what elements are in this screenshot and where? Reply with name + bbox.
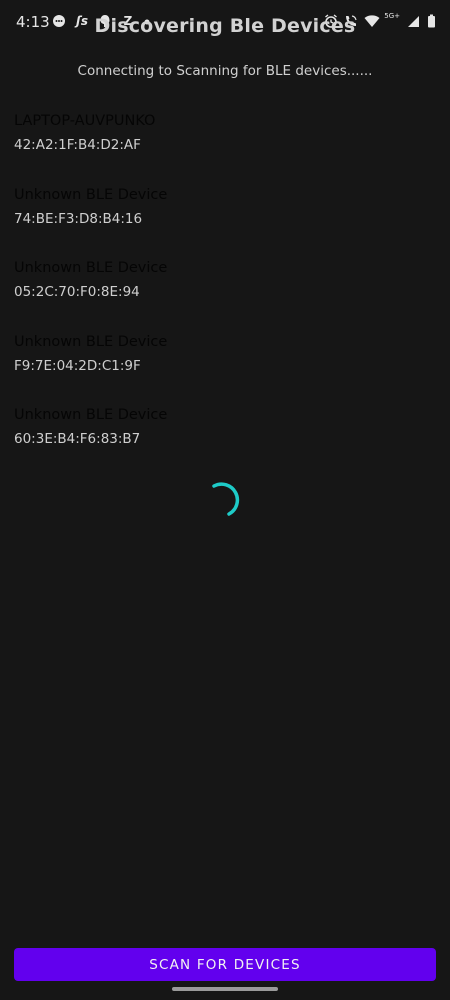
loading-spinner-icon xyxy=(212,482,240,516)
device-name: LAPTOP-AUVPUNKO xyxy=(14,113,156,129)
scan-for-devices-button[interactable]: SCAN FOR DEVICES xyxy=(14,948,436,981)
device-list: LAPTOP-AUVPUNKO 42:A2:1F:B4:D2:AF Unknow… xyxy=(14,111,434,479)
device-list-item[interactable]: Unknown BLE Device F9:7E:04:2D:C1:9F xyxy=(14,332,434,406)
device-list-item[interactable]: Unknown BLE Device 60:3E:B4:F6:83:B7 xyxy=(14,405,434,479)
device-address: F9:7E:04:2D:C1:9F xyxy=(14,357,141,374)
gesture-nav-handle[interactable] xyxy=(172,987,278,991)
device-address: 05:2C:70:F0:8E:94 xyxy=(14,284,140,300)
page-title: Discovering Ble Devices xyxy=(94,15,356,37)
device-address: 60:3E:B4:F6:83:B7 xyxy=(14,431,141,447)
device-name: Unknown BLE Device xyxy=(14,407,168,423)
device-list-item[interactable]: Unknown BLE Device 05:2C:70:F0:8E:94 xyxy=(14,258,434,332)
device-name: Unknown BLE Device xyxy=(14,260,168,276)
device-list-item[interactable]: Unknown BLE Device 74:BE:F3:D8:B4:16 xyxy=(14,185,434,259)
scan-status-text: Connecting to Scanning for BLE devices..… xyxy=(77,63,373,79)
device-list-item[interactable]: LAPTOP-AUVPUNKO 42:A2:1F:B4:D2:AF xyxy=(14,111,434,185)
device-address: 74:BE:F3:D8:B4:16 xyxy=(14,210,143,227)
device-name: Unknown BLE Device xyxy=(14,186,168,203)
device-name: Unknown BLE Device xyxy=(14,333,168,350)
device-address: 42:A2:1F:B4:D2:AF xyxy=(14,137,141,153)
